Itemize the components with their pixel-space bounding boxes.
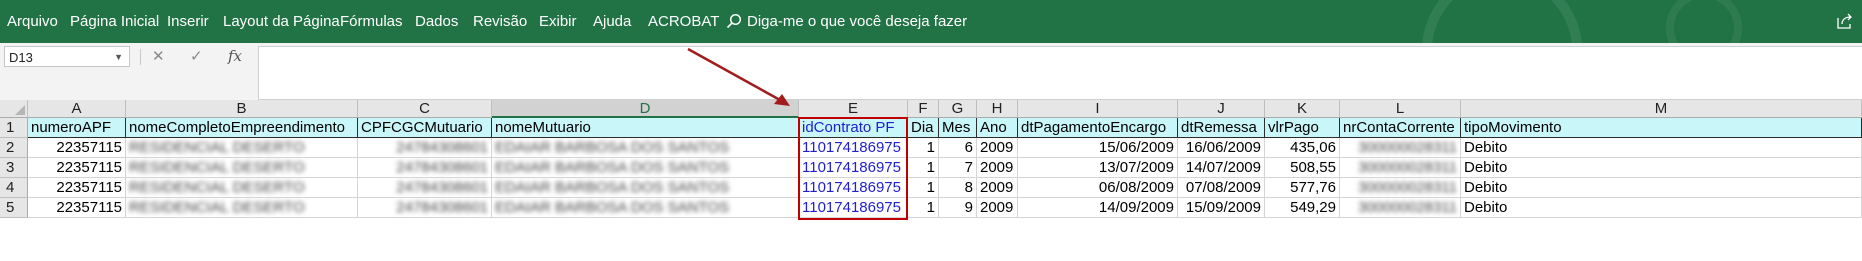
annotation-arrow [687, 47, 790, 106]
